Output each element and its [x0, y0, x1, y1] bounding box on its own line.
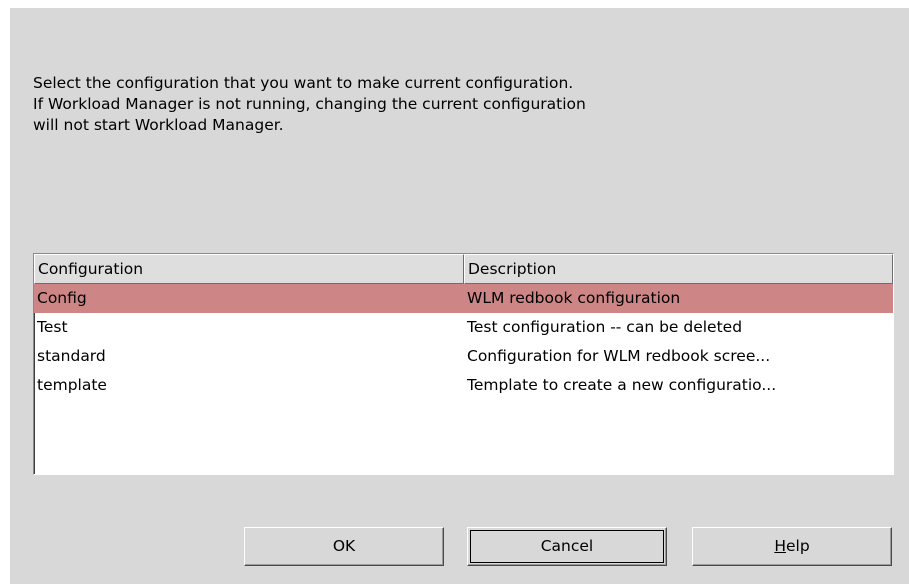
message-line-2: If Workload Manager is not running, chan…: [33, 95, 586, 113]
cell-configuration: template: [37, 376, 107, 394]
message-line-3: will not start Workload Manager.: [33, 116, 284, 134]
table-row-test[interactable]: Test Test configuration -- can be delete…: [34, 313, 893, 342]
help-label-rest: elp: [785, 537, 810, 555]
help-mnemonic: H: [774, 537, 786, 555]
cell-description: Configuration for WLM redbook scree...: [467, 347, 771, 365]
message-line-1: Select the configuration that you want t…: [33, 74, 574, 92]
cancel-button[interactable]: Cancel: [467, 527, 667, 566]
instruction-message: Select the configuration that you want t…: [33, 73, 833, 136]
table-row-template[interactable]: template Template to create a new config…: [34, 371, 893, 400]
configuration-table[interactable]: Configuration Description Config WLM red…: [33, 253, 894, 475]
help-button[interactable]: Help: [692, 527, 892, 566]
ok-button[interactable]: OK: [244, 527, 444, 566]
column-header-description[interactable]: Description: [464, 254, 893, 284]
cell-configuration: Test: [37, 318, 68, 336]
dialog: Select the configuration that you want t…: [10, 8, 909, 584]
cell-description: WLM redbook configuration: [467, 289, 681, 307]
cell-configuration: Config: [37, 289, 87, 307]
table-row-config[interactable]: Config WLM redbook configuration: [34, 284, 893, 313]
cell-description: Test configuration -- can be deleted: [467, 318, 743, 336]
cell-configuration: standard: [37, 347, 106, 365]
table-header: Configuration Description: [34, 254, 893, 284]
column-header-configuration[interactable]: Configuration: [34, 254, 464, 284]
cell-description: Template to create a new configuratio...: [467, 376, 777, 394]
table-row-standard[interactable]: standard Configuration for WLM redbook s…: [34, 342, 893, 371]
